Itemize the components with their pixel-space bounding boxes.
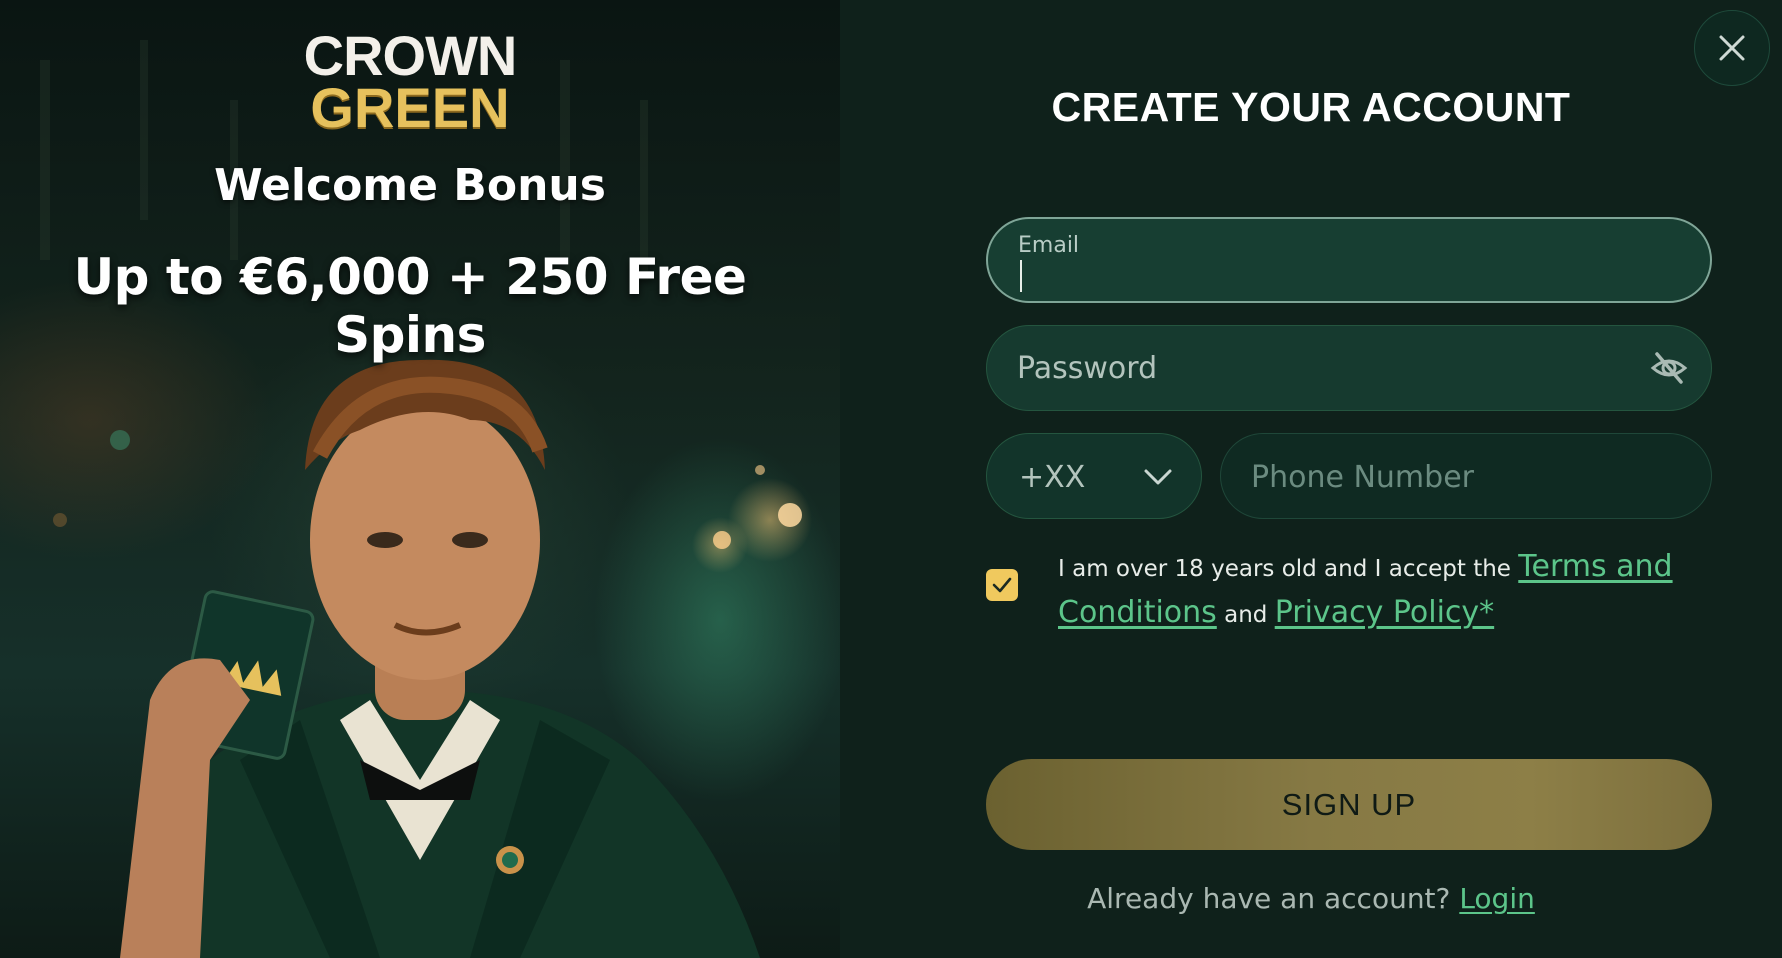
welcome-bonus-heading: Welcome Bonus xyxy=(214,160,606,211)
consent-checkbox[interactable] xyxy=(986,569,1018,601)
phone-number-field[interactable]: Phone Number xyxy=(1220,433,1712,519)
signup-modal: CROWN GREEN Welcome Bonus Up to €6,000 +… xyxy=(0,0,1782,958)
login-link[interactable]: Login xyxy=(1459,882,1535,915)
consent-prefix: I am over 18 years old and I accept the xyxy=(1058,556,1519,582)
password-placeholder: Password xyxy=(1017,351,1158,386)
close-icon xyxy=(1719,35,1745,61)
privacy-link[interactable]: Privacy Policy* xyxy=(1275,595,1494,630)
check-icon xyxy=(992,577,1012,593)
promo-illustration xyxy=(40,40,802,958)
login-prompt: Already have an account? Login xyxy=(840,882,1782,915)
close-button[interactable] xyxy=(1694,10,1770,86)
text-cursor xyxy=(1020,260,1022,292)
country-code-value: +XX xyxy=(1019,460,1086,495)
email-field[interactable]: Email xyxy=(986,217,1712,303)
consent-and: and xyxy=(1216,602,1275,628)
password-field[interactable]: Password xyxy=(986,325,1712,411)
chevron-down-icon xyxy=(1144,469,1172,485)
form-title: CREATE YOUR ACCOUNT xyxy=(1051,84,1571,130)
login-prompt-text: Already have an account? xyxy=(1087,882,1460,915)
bonus-offer-text: Up to €6,000 + 250 Free Spins xyxy=(73,248,747,364)
signup-form-panel: CREATE YOUR ACCOUNT Email Password +XX P… xyxy=(840,0,1782,958)
logo-text-green: GREEN xyxy=(310,75,510,139)
eye-off-icon[interactable] xyxy=(1649,348,1689,388)
logo-text-crown: CROWN xyxy=(303,24,518,87)
phone-placeholder: Phone Number xyxy=(1251,460,1474,495)
brand-logo: CROWN GREEN xyxy=(0,24,820,139)
country-code-select[interactable]: +XX xyxy=(986,433,1202,519)
consent-text: I am over 18 years old and I accept the … xyxy=(1058,545,1678,637)
email-label: Email xyxy=(1018,233,1080,258)
promo-panel: CROWN GREEN Welcome Bonus Up to €6,000 +… xyxy=(0,0,840,958)
sign-up-button[interactable]: SIGN UP xyxy=(986,759,1712,850)
